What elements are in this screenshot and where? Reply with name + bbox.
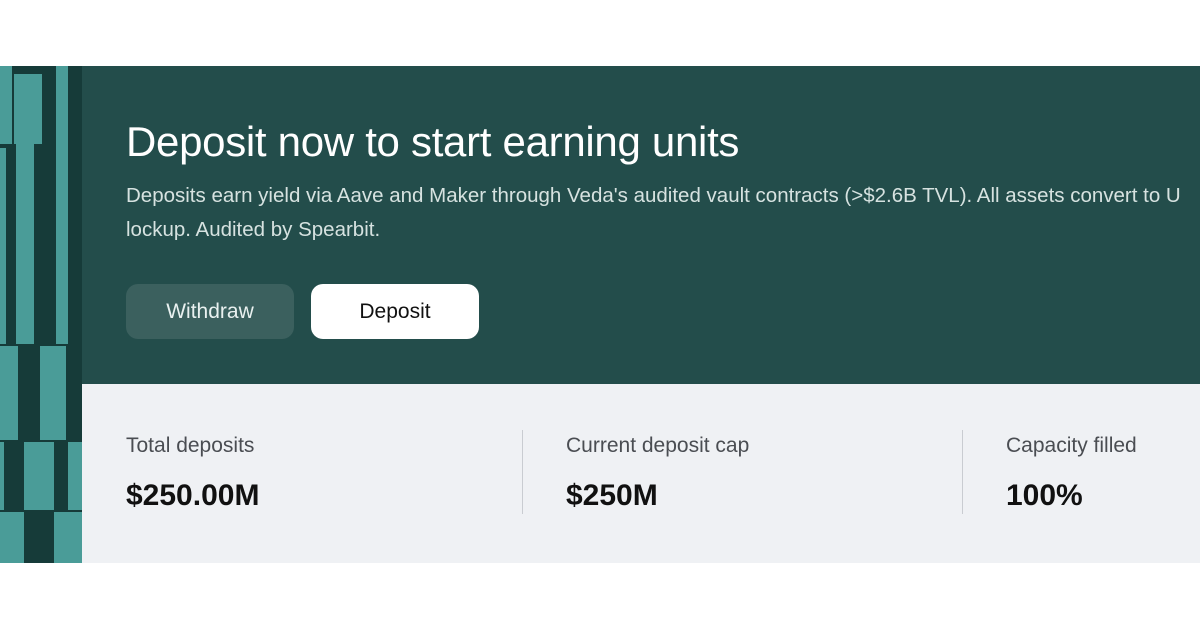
deposit-card: Deposit now to start earning units Depos… bbox=[0, 66, 1200, 563]
stripe bbox=[40, 346, 66, 440]
stripe bbox=[0, 346, 18, 440]
withdraw-button[interactable]: Withdraw bbox=[126, 284, 294, 339]
stat-value: $250.00M bbox=[126, 479, 260, 512]
hero-title: Deposit now to start earning units bbox=[126, 118, 740, 165]
stat-label: Current deposit cap bbox=[566, 434, 750, 457]
stripe bbox=[54, 512, 82, 563]
stripe bbox=[14, 74, 42, 144]
deposit-button[interactable]: Deposit bbox=[311, 284, 479, 339]
stat-label: Capacity filled bbox=[1006, 434, 1137, 457]
stats-panel: Total deposits $250.00M Current deposit … bbox=[82, 384, 1200, 563]
stat-value: $250M bbox=[566, 479, 658, 512]
stripe bbox=[0, 66, 12, 144]
hero-section: Deposit now to start earning units Depos… bbox=[82, 66, 1200, 384]
stripe bbox=[16, 144, 34, 344]
divider bbox=[522, 430, 523, 514]
stripe bbox=[68, 442, 82, 510]
stat-value: 100% bbox=[1006, 479, 1083, 512]
stripe bbox=[0, 148, 6, 344]
divider bbox=[962, 430, 963, 514]
decorative-stripes bbox=[0, 66, 82, 563]
stripe bbox=[0, 442, 4, 510]
stripe bbox=[0, 512, 24, 563]
hero-description: Deposits earn yield via Aave and Maker t… bbox=[126, 184, 1181, 241]
stat-label: Total deposits bbox=[126, 434, 255, 457]
stripe bbox=[56, 148, 68, 344]
stripe bbox=[56, 66, 68, 148]
stripe bbox=[24, 442, 54, 510]
